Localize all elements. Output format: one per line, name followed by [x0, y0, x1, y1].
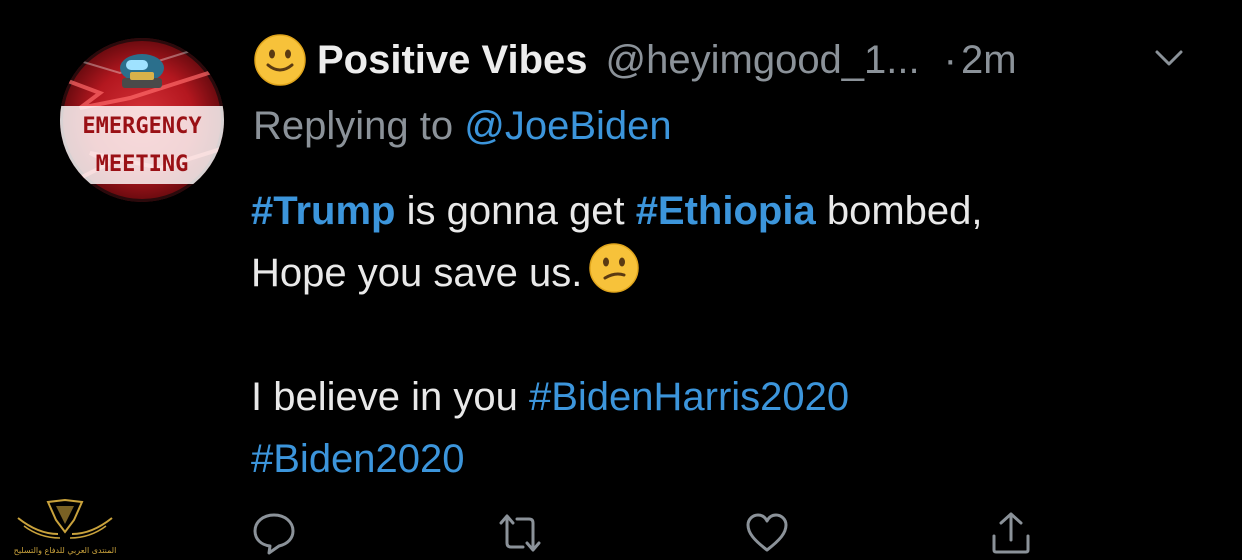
tweet-text-fragment: is gonna get [406, 189, 625, 233]
tweet-header: Positive Vibes @heyimgood_1... · 2m [253, 32, 1017, 88]
heart-icon[interactable] [744, 510, 790, 556]
hashtag-link-biden2020[interactable]: #Biden2020 [251, 437, 465, 481]
confused-face-icon [589, 243, 640, 293]
avatar-text-line-2: MEETING [95, 152, 189, 177]
replying-to-line: Replying to @JoeBiden [253, 104, 672, 149]
tweet-text-fragment: Hope you save us. [251, 251, 583, 295]
share-icon[interactable] [988, 510, 1034, 556]
avatar-text-line-1: EMERGENCY [82, 114, 202, 139]
separator-dot: · [943, 37, 957, 82]
forum-watermark-logo: المنتدى العربي للدفاع والتسليح [10, 494, 120, 560]
comment-icon[interactable] [251, 510, 297, 556]
hashtag-link-bidenharris2020[interactable]: #BidenHarris2020 [529, 375, 849, 419]
crewmate-figure [120, 54, 164, 88]
tweet-action-bar [0, 500, 1242, 560]
display-name[interactable]: Positive Vibes [317, 38, 588, 83]
watermark-caption: المنتدى العربي للدفاع والتسليح [13, 546, 117, 555]
hashtag-link-ethiopia[interactable]: #Ethiopia [636, 189, 816, 233]
retweet-icon[interactable] [497, 510, 543, 556]
timestamp[interactable]: 2m [961, 38, 1017, 83]
tweet-text-fragment: I believe in you [251, 375, 518, 419]
eagle-emblem-icon [17, 498, 113, 539]
reply-to-handle-link[interactable]: @JoeBiden [464, 104, 671, 148]
tweet-text-fragment: bombed, [826, 189, 983, 233]
tweet-line-2: Hope you save us. [251, 242, 1211, 304]
hashtag-link-trump[interactable]: #Trump [251, 189, 395, 233]
tweet-line-1: #Trump is gonna get #Ethiopia bombed, [251, 180, 1211, 242]
avatar[interactable]: EMERGENCY MEETING [60, 38, 224, 202]
tweet-line-3: I believe in you #BidenHarris2020 [251, 366, 1211, 428]
tweet-line-4: #Biden2020 [251, 428, 1211, 490]
chevron-down-icon[interactable] [1152, 46, 1186, 70]
slightly-smiling-face-icon [254, 34, 306, 86]
replying-to-label: Replying to [253, 104, 454, 148]
user-handle[interactable]: @heyimgood_1... [606, 38, 920, 83]
tweet-text: #Trump is gonna get #Ethiopia bombed, Ho… [251, 180, 1211, 490]
